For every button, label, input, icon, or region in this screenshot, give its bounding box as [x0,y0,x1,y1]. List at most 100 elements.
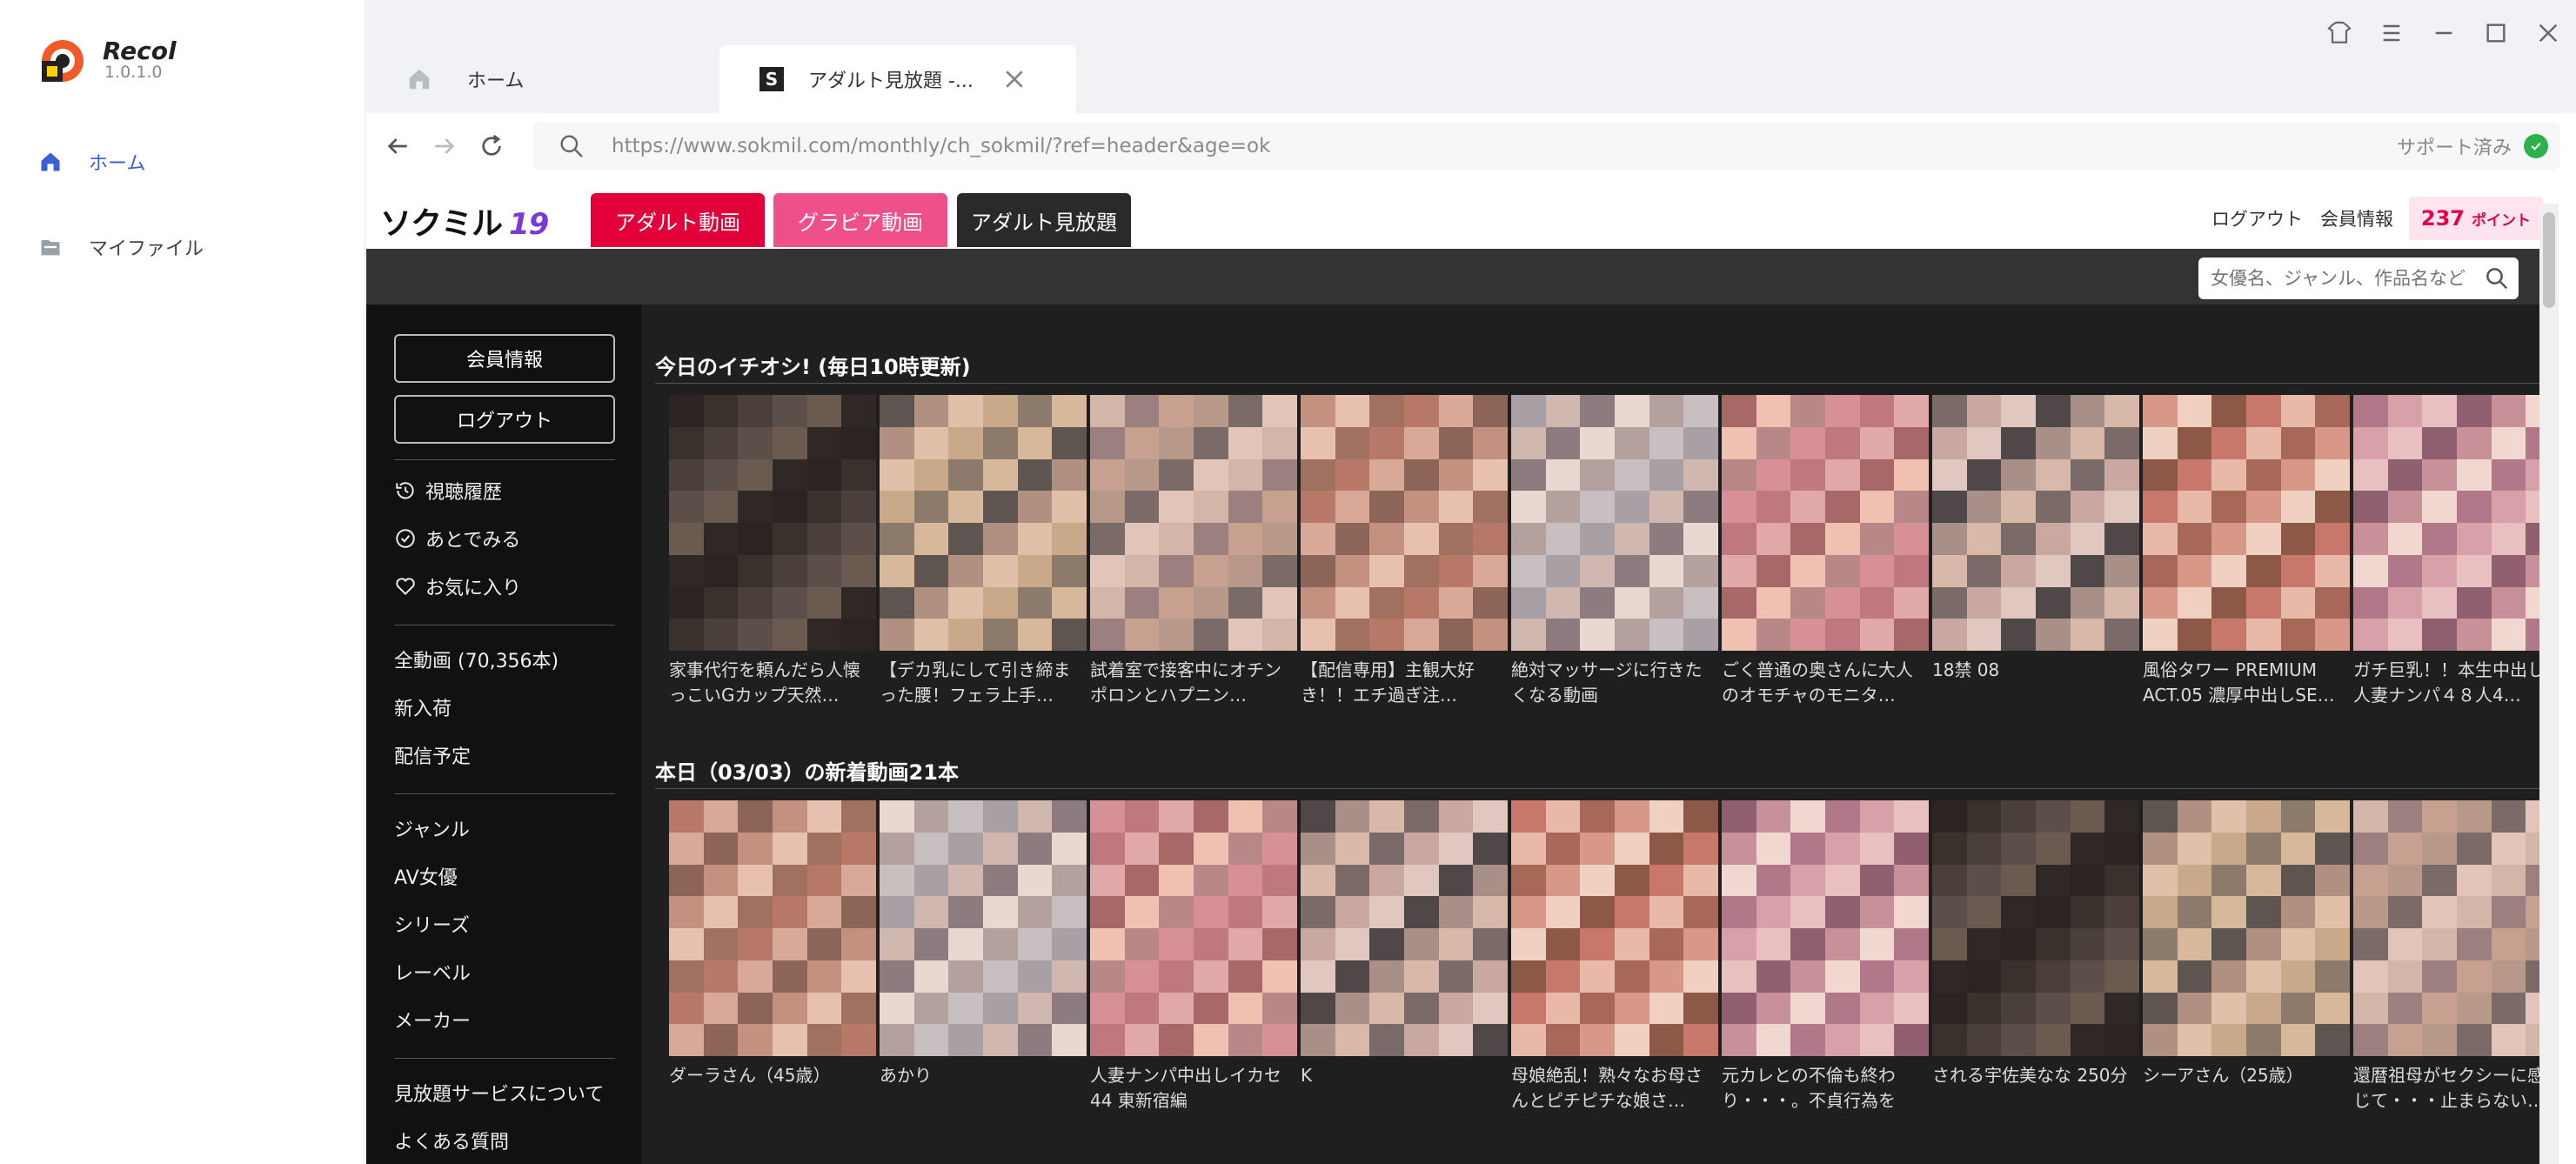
sidebar-item-about-service[interactable]: 見放題サービスについて [394,1079,604,1107]
video-title[interactable]: ガチ巨乳！！本生中出し人妻ナンパ４８人4… [2353,658,2559,708]
menu-icon[interactable] [2378,19,2405,47]
tab-adult-unlimited[interactable]: アダルト見放題 [957,193,1131,247]
sidebar-item-favorites[interactable]: お気に入り [394,572,521,600]
video-card[interactable]: 元カレとの不倫も終わり・・・。不貞行為を自… [1722,800,1929,1114]
video-card[interactable]: ダーラさん（45歳） [669,800,876,1114]
points-badge[interactable]: 237 ポイント [2408,197,2543,240]
video-thumbnail[interactable] [2143,395,2350,651]
video-thumbnail[interactable] [1090,800,1297,1056]
maximize-icon[interactable] [2482,19,2510,47]
video-thumbnail[interactable] [1511,800,1718,1056]
sidebar-item-av-actress[interactable]: AV女優 [394,862,458,890]
video-thumbnail[interactable] [2353,395,2559,651]
close-tab-icon[interactable] [1001,66,1027,92]
minimize-icon[interactable] [2430,19,2458,47]
video-thumbnail[interactable] [2353,800,2559,1056]
video-thumbnail[interactable] [2143,800,2350,1056]
video-card[interactable]: 18禁 08 [1932,395,2139,708]
nav-item-my-files[interactable]: マイファイル [38,228,204,266]
video-thumbnail[interactable] [1722,800,1929,1056]
forward-arrow-icon[interactable] [431,132,458,160]
video-thumbnail[interactable] [1932,395,2139,651]
video-thumbnail[interactable] [1722,395,1929,651]
sidebar-item-genre[interactable]: ジャンル [394,814,470,842]
web-page: ソクミル 19 アダルト動画 グラビア動画 アダルト見放題 ログアウト 会員情報 … [366,179,2559,1164]
video-card[interactable]: 家事代行を頼んだら人懐っこいGカップ天然… [669,395,876,708]
video-card[interactable]: 人妻ナンパ中出しイカセ44 東新宿編 [1090,800,1297,1114]
member-info-button[interactable]: 会員情報 [394,334,615,383]
tab-adult-videos[interactable]: アダルト動画 [591,193,765,247]
sidebar-item-upcoming[interactable]: 配信予定 [394,741,471,769]
reload-icon[interactable] [478,132,505,160]
video-thumbnail[interactable] [669,395,876,651]
sidebar-item-faq[interactable]: よくある質問 [394,1127,509,1154]
browser-chrome: ホーム S アダルト見放題 -... https://www.sokmil.co… [366,0,2576,179]
video-thumbnail[interactable] [1932,800,2139,1056]
tab-gravure-videos[interactable]: グラビア動画 [773,193,947,247]
sidebar-item-new-arrivals[interactable]: 新入荷 [394,693,452,721]
video-title[interactable]: される宇佐美なな 250分 [1932,1063,2139,1114]
logout-button[interactable]: ログアウト [394,395,615,444]
video-title[interactable]: K [1301,1063,1508,1114]
url-text[interactable]: https://www.sokmil.com/monthly/ch_sokmil… [612,135,2397,157]
video-thumbnail[interactable] [1301,800,1508,1056]
site-search-input[interactable] [2211,268,2484,289]
tab-home[interactable]: ホーム [406,45,702,113]
sidebar-item-history[interactable]: 視聴履歴 [394,477,502,505]
video-title[interactable]: 【デカ乳にして引き締まった腰！フェラ上手… [880,658,1087,708]
video-title[interactable]: 18禁 08 [1932,658,2139,708]
member-info-link[interactable]: 会員情報 [2320,205,2393,231]
video-card[interactable]: K [1301,800,1508,1114]
site-logo[interactable]: ソクミル 19 [380,198,549,244]
page-scrollbar[interactable] [2539,204,2559,1164]
video-title[interactable]: 還暦祖母がセクシーに感じて・・・止まらない… [2353,1063,2559,1114]
sidebar-item-maker[interactable]: メーカー [394,1006,471,1034]
video-title[interactable]: ダーラさん（45歳） [669,1063,876,1114]
video-title[interactable]: 家事代行を頼んだら人懐っこいGカップ天然… [669,658,876,708]
sidebar-item-watch-later[interactable]: あとでみる [394,525,520,552]
video-card[interactable]: 試着室で接客中にオチンポロンとハプニン… [1090,395,1297,708]
video-thumbnail[interactable] [669,800,876,1056]
video-card[interactable]: 母娘絶乱！熟々なお母さんとピチピチな娘さ… [1511,800,1718,1114]
back-arrow-icon[interactable] [384,132,411,160]
video-card[interactable]: ガチ巨乳！！本生中出し人妻ナンパ４８人4… [2353,395,2559,708]
video-title[interactable]: 絶対マッサージに行きたくなる動画 [1511,658,1718,708]
video-card[interactable]: 【デカ乳にして引き締まった腰！フェラ上手… [880,395,1087,708]
video-card[interactable]: 【配信専用】主観大好き！！エチ過ぎ注… [1301,395,1508,708]
sidebar-item-series[interactable]: シリーズ [394,910,470,938]
video-thumbnail[interactable] [880,800,1087,1056]
video-card[interactable]: される宇佐美なな 250分 [1932,800,2139,1114]
sidebar-item-all-videos[interactable]: 全動画 (70,356本) [394,646,559,673]
video-thumbnail[interactable] [1511,395,1718,651]
scrollbar-thumb[interactable] [2543,212,2555,308]
video-card[interactable]: ごく普通の奥さんに大人のオモチャのモニタ… [1722,395,1929,708]
video-card[interactable]: シーアさん（25歳） [2143,800,2350,1114]
video-thumbnail[interactable] [1301,395,1508,651]
sidebar-item-label: 視聴履歴 [425,482,503,504]
video-title[interactable]: 【配信専用】主観大好き！！エチ過ぎ注… [1301,658,1508,708]
site-search-box[interactable] [2198,258,2519,299]
url-field[interactable]: https://www.sokmil.com/monthly/ch_sokmil… [533,122,2560,171]
video-card[interactable]: あかり [880,800,1087,1114]
video-title[interactable]: 元カレとの不倫も終わり・・・。不貞行為を自… [1722,1063,1929,1114]
video-title[interactable]: シーアさん（25歳） [2143,1063,2350,1114]
sidebar-item-label-brand[interactable]: レーベル [394,958,471,986]
video-title[interactable]: 風俗タワー PREMIUM ACT.05 濃厚中出しSE… [2143,658,2350,708]
search-icon[interactable] [2484,265,2510,291]
video-card[interactable]: 還暦祖母がセクシーに感じて・・・止まらない… [2353,800,2559,1114]
video-thumbnail[interactable] [1090,395,1297,651]
nav-item-label: マイファイル [89,238,204,260]
video-card[interactable]: 風俗タワー PREMIUM ACT.05 濃厚中出しSE… [2143,395,2350,708]
tab-sokmil[interactable]: S アダルト見放題 -... [719,45,1076,113]
logout-link[interactable]: ログアウト [2211,205,2303,231]
video-title[interactable]: ごく普通の奥さんに大人のオモチャのモニタ… [1722,658,1929,708]
video-title[interactable]: 試着室で接客中にオチンポロンとハプニン… [1090,658,1297,708]
close-window-icon[interactable] [2534,19,2562,47]
shirt-icon[interactable] [2325,19,2353,47]
video-thumbnail[interactable] [880,395,1087,651]
video-card[interactable]: 絶対マッサージに行きたくなる動画 [1511,395,1718,708]
nav-item-home[interactable]: ホーム [38,143,145,181]
video-title[interactable]: 母娘絶乱！熟々なお母さんとピチピチな娘さ… [1511,1063,1718,1114]
video-title[interactable]: 人妻ナンパ中出しイカセ44 東新宿編 [1090,1063,1297,1114]
video-title[interactable]: あかり [880,1063,1087,1114]
